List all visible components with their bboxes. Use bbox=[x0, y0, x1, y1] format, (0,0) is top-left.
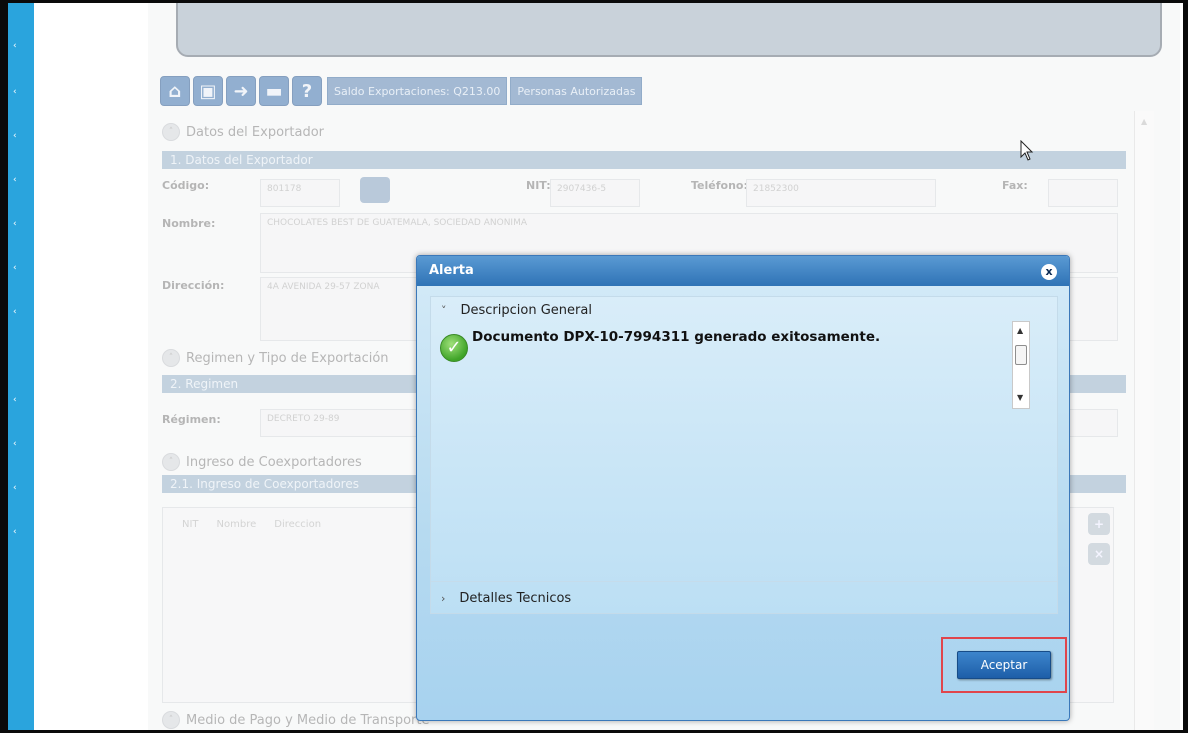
nav-arrow-icon[interactable]: ‹ bbox=[13, 131, 17, 141]
nav-arrow-icon[interactable]: ‹ bbox=[13, 483, 17, 493]
accordion-header-technical[interactable]: › Detalles Tecnicos bbox=[441, 591, 571, 606]
accept-button[interactable]: Aceptar bbox=[957, 651, 1051, 679]
chevron-right-icon: › bbox=[441, 592, 446, 605]
chevron-down-icon: ˅ bbox=[441, 304, 447, 317]
nav-arrow-icon[interactable]: ‹ bbox=[13, 87, 17, 97]
check-success-icon: ✓ bbox=[440, 334, 468, 362]
scroll-down-icon[interactable]: ▼ bbox=[1017, 393, 1023, 402]
dialog-titlebar: Alerta x bbox=[417, 256, 1069, 286]
nav-arrow-icon[interactable]: ‹ bbox=[13, 219, 17, 229]
dialog-accordion: ˅ Descripcion General ✓ Documento DPX-10… bbox=[430, 296, 1058, 614]
divider bbox=[431, 581, 1057, 582]
accordion-title: Descripcion General bbox=[460, 303, 592, 318]
close-button[interactable]: x bbox=[1041, 264, 1057, 280]
success-message: ✓ Documento DPX-10-7994311 generado exit… bbox=[440, 329, 880, 362]
left-nav-strip: ‹ ‹ ‹ ‹ ‹ ‹ ‹ ‹ ‹ ‹ ‹ bbox=[8, 3, 34, 730]
close-icon: x bbox=[1045, 265, 1053, 278]
nav-arrow-icon[interactable]: ‹ bbox=[13, 395, 17, 405]
message-text: Documento DPX-10-7994311 generado exitos… bbox=[472, 329, 881, 345]
nav-arrow-icon[interactable]: ‹ bbox=[13, 41, 17, 51]
alert-dialog: Alerta x ˅ Descripcion General ✓ Documen… bbox=[416, 255, 1070, 721]
mouse-cursor-icon bbox=[1020, 140, 1034, 161]
accordion-header-general[interactable]: ˅ Descripcion General bbox=[441, 303, 592, 318]
dialog-title: Alerta bbox=[429, 263, 474, 278]
nav-arrow-icon[interactable]: ‹ bbox=[13, 175, 17, 185]
highlight-box: Aceptar bbox=[941, 637, 1067, 693]
blank-column bbox=[34, 3, 148, 730]
message-scrollbar[interactable]: ▲ ▼ bbox=[1012, 321, 1030, 409]
nav-arrow-icon[interactable]: ‹ bbox=[13, 307, 17, 317]
nav-arrow-icon[interactable]: ‹ bbox=[13, 527, 17, 537]
nav-arrow-icon[interactable]: ‹ bbox=[13, 439, 17, 449]
nav-arrow-icon[interactable]: ‹ bbox=[13, 263, 17, 273]
scroll-up-icon[interactable]: ▲ bbox=[1017, 326, 1023, 335]
accordion-title: Detalles Tecnicos bbox=[459, 591, 572, 606]
scroll-thumb[interactable] bbox=[1015, 345, 1027, 365]
